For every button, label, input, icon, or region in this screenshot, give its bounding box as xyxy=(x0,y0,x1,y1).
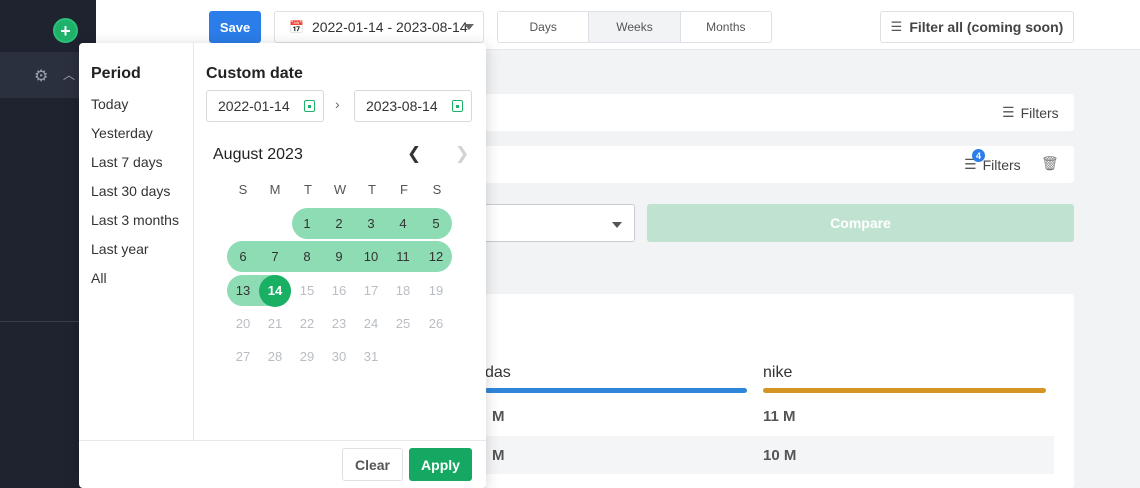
date-range-value: 2022-01-14 - 2023-08-14 xyxy=(311,19,468,35)
weekday-label: W xyxy=(333,182,347,197)
brand-select[interactable] xyxy=(480,204,635,242)
calendar-day: 27 xyxy=(235,349,251,364)
calendar-day[interactable]: 9 xyxy=(323,241,355,272)
filter-all-button[interactable]: ☰ Filter all (coming soon) xyxy=(880,11,1074,43)
period-yesterday[interactable]: Yesterday xyxy=(91,125,153,141)
weekday-label: S xyxy=(432,182,442,197)
period-last-30-days[interactable]: Last 30 days xyxy=(91,183,170,199)
calendar-day[interactable]: 10 xyxy=(355,241,387,272)
calendar-day[interactable]: 2 xyxy=(323,208,355,239)
clear-button[interactable]: Clear xyxy=(342,448,403,481)
calendar-day: 20 xyxy=(235,316,251,331)
calendar-day[interactable]: 13 xyxy=(227,275,259,306)
weekday-label: F xyxy=(400,182,408,197)
granularity-months[interactable]: Months xyxy=(681,12,771,42)
chevron-up-icon[interactable]: ︿ xyxy=(63,66,75,83)
calendar-day: 17 xyxy=(363,283,379,298)
calendar-day: 23 xyxy=(331,316,347,331)
chevron-right-icon: ❯ xyxy=(455,144,470,163)
start-date-value: 2022-01-14 xyxy=(218,98,290,114)
filters-label: Filters xyxy=(1020,104,1059,121)
period-title: Period xyxy=(91,65,141,82)
calendar-day[interactable]: 3 xyxy=(355,208,387,239)
calendar-day[interactable]: 12 xyxy=(420,241,452,272)
calendar-day[interactable]: 1 xyxy=(291,208,323,239)
metric-2a: 11 M xyxy=(763,408,796,425)
filters-card xyxy=(485,94,1074,131)
filters-label: Filters xyxy=(982,156,1021,173)
calendar-icon[interactable] xyxy=(452,100,463,112)
calendar-day: 25 xyxy=(395,316,411,331)
calendar-icon: 📅 xyxy=(289,20,304,34)
brand-name-1: das xyxy=(485,364,511,381)
calendar-day: 21 xyxy=(267,316,283,331)
calendar-day: 28 xyxy=(267,349,283,364)
calendar-day: 18 xyxy=(395,283,411,298)
start-date-field[interactable]: 2022-01-14 xyxy=(206,90,324,122)
period-last-3-months[interactable]: Last 3 months xyxy=(91,212,179,228)
weekday-label: M xyxy=(269,182,281,197)
brand-2-bar xyxy=(763,388,1046,393)
apply-button[interactable]: Apply xyxy=(409,448,472,481)
calendar-day[interactable]: 4 xyxy=(387,208,419,239)
trash-icon[interactable]: 🗑 xyxy=(1041,155,1059,172)
period-all[interactable]: All xyxy=(91,270,107,286)
gear-icon[interactable]: ⚙ xyxy=(34,66,48,86)
period-last-7-days[interactable]: Last 7 days xyxy=(91,154,163,170)
brand-name-2: nike xyxy=(763,364,793,381)
period-last-year[interactable]: Last year xyxy=(91,241,149,257)
calendar-day: 19 xyxy=(428,283,444,298)
brand-1-bar xyxy=(485,388,747,393)
save-button[interactable]: Save xyxy=(209,11,261,43)
calendar-day: 31 xyxy=(363,349,379,364)
calendar-day[interactable]: 6 xyxy=(227,241,259,272)
calendar-day[interactable]: 14 xyxy=(259,275,291,306)
calendar-icon[interactable] xyxy=(304,100,315,112)
calendar-day: 26 xyxy=(428,316,444,331)
metric-1b: M xyxy=(492,447,505,464)
filters-button[interactable]: ☰ Filters xyxy=(1002,104,1059,121)
calendar-day[interactable]: 5 xyxy=(420,208,452,239)
granularity-weeks[interactable]: Weeks xyxy=(588,12,681,42)
calendar-day: 16 xyxy=(331,283,347,298)
calendar-day: 30 xyxy=(331,349,347,364)
sliders-icon: ☰ xyxy=(1002,104,1015,120)
weekday-label: T xyxy=(368,182,376,197)
weekday-label: T xyxy=(304,182,312,197)
caret-down-icon xyxy=(612,222,622,228)
weekday-label: S xyxy=(238,182,248,197)
filters-count-badge: 4 xyxy=(972,149,985,162)
metric-2b: 10 M xyxy=(763,447,797,464)
chevron-left-icon[interactable]: ❮ xyxy=(407,144,421,164)
calendar-day: 15 xyxy=(299,283,315,298)
calendar-day: 22 xyxy=(299,316,315,331)
end-date-value: 2023-08-14 xyxy=(366,98,438,114)
filter-all-label: Filter all (coming soon) xyxy=(909,19,1064,35)
calendar-day[interactable]: 7 xyxy=(259,241,291,272)
calendar-month-label: August 2023 xyxy=(213,146,303,163)
caret-down-icon xyxy=(464,24,474,30)
custom-date-title: Custom date xyxy=(206,65,303,82)
granularity-segmented-control: Days Weeks Months xyxy=(497,11,772,43)
end-date-field[interactable]: 2023-08-14 xyxy=(354,90,472,122)
granularity-days[interactable]: Days xyxy=(498,12,588,42)
add-icon[interactable]: + xyxy=(53,18,78,43)
sliders-icon: ☰ xyxy=(890,19,903,34)
chevron-right-icon: › xyxy=(335,96,340,112)
period-today[interactable]: Today xyxy=(91,96,128,112)
calendar-day: 29 xyxy=(299,349,315,364)
date-picker-popover: Period Today Yesterday Last 7 days Last … xyxy=(79,43,486,488)
metric-1a: M xyxy=(492,408,505,425)
calendar-day: 24 xyxy=(363,316,379,331)
date-range-select[interactable]: 📅 2022-01-14 - 2023-08-14 xyxy=(274,11,484,43)
calendar-day[interactable]: 8 xyxy=(291,241,323,272)
compare-button[interactable]: Compare xyxy=(647,204,1074,242)
calendar-day[interactable]: 11 xyxy=(387,241,419,272)
